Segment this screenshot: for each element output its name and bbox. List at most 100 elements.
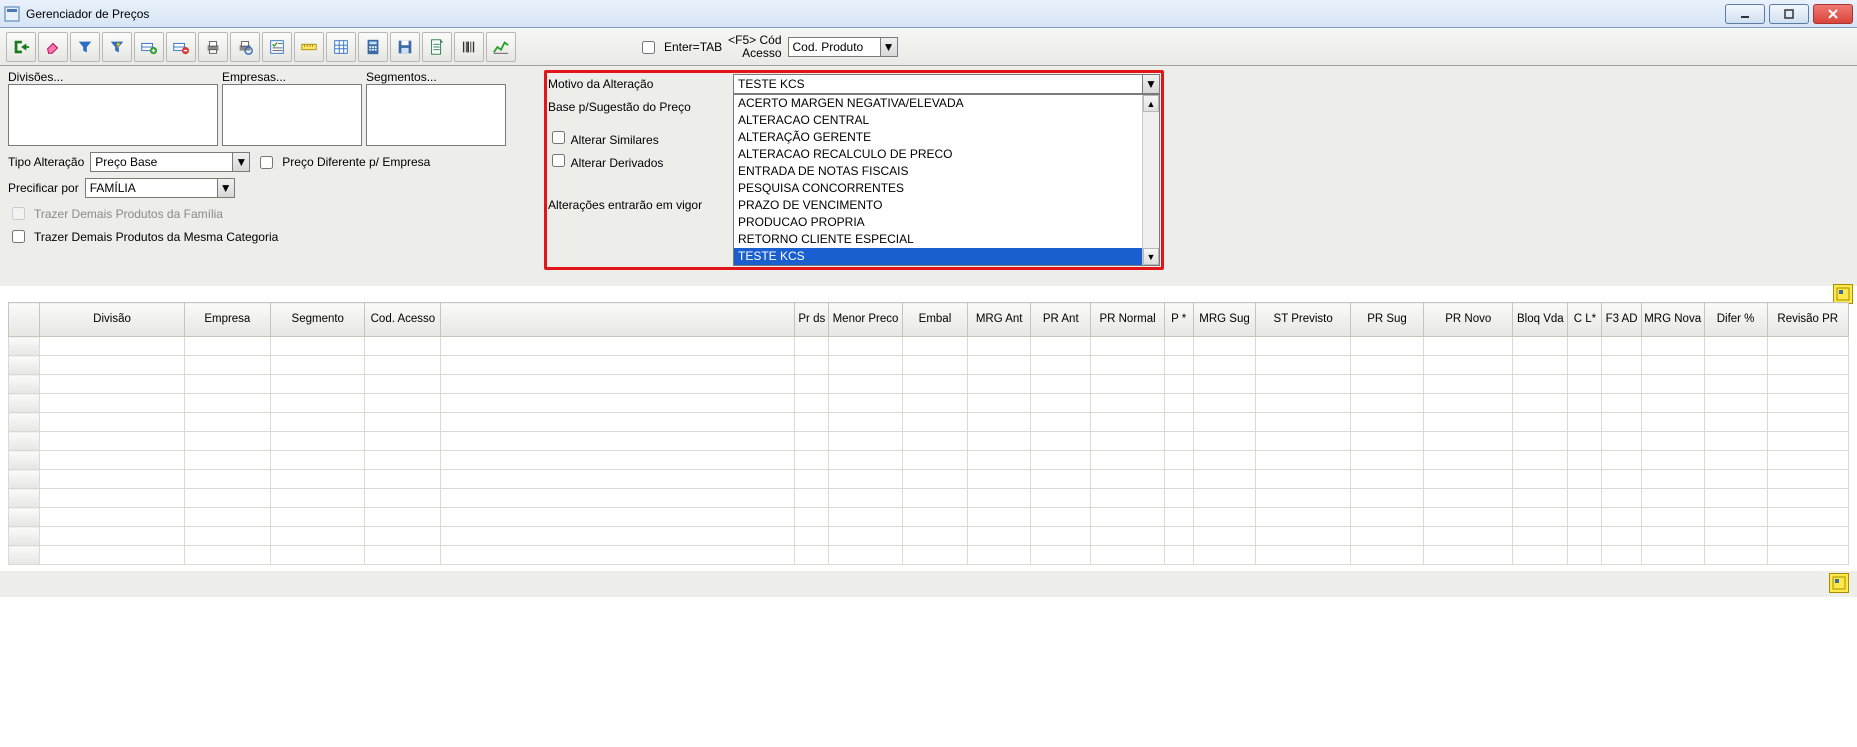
grid-cell[interactable] bbox=[1602, 432, 1641, 451]
grid-cell[interactable] bbox=[1031, 356, 1091, 375]
grid-cell[interactable] bbox=[1164, 337, 1193, 356]
segmentos-list[interactable] bbox=[366, 84, 506, 146]
grid-cell[interactable] bbox=[1350, 337, 1423, 356]
grid-cell[interactable] bbox=[1513, 489, 1568, 508]
grid-cell[interactable] bbox=[1641, 375, 1704, 394]
table-row[interactable] bbox=[9, 470, 1849, 489]
grid-cell[interactable] bbox=[902, 413, 968, 432]
grid-cell[interactable] bbox=[184, 470, 270, 489]
grid-cell[interactable] bbox=[40, 508, 184, 527]
grid-column-header[interactable]: Embal bbox=[902, 303, 968, 337]
grid-cell[interactable] bbox=[1193, 394, 1256, 413]
grid-cell[interactable] bbox=[1704, 527, 1767, 546]
grid-cell[interactable] bbox=[1031, 546, 1091, 565]
trazer-categoria-checkbox[interactable] bbox=[12, 230, 25, 243]
grid-cell[interactable] bbox=[1602, 356, 1641, 375]
grid-cell[interactable] bbox=[271, 527, 365, 546]
grid-cell[interactable] bbox=[902, 356, 968, 375]
grid-cell[interactable] bbox=[1193, 489, 1256, 508]
grid-cell[interactable] bbox=[795, 375, 829, 394]
grid-cell[interactable] bbox=[829, 527, 902, 546]
grid-cell[interactable] bbox=[1641, 527, 1704, 546]
grid-cell[interactable] bbox=[365, 508, 441, 527]
grid-cell[interactable] bbox=[271, 508, 365, 527]
grid-cell[interactable] bbox=[40, 337, 184, 356]
grid-cell[interactable] bbox=[184, 337, 270, 356]
grid-cell[interactable] bbox=[795, 546, 829, 565]
grid-cell[interactable] bbox=[968, 394, 1031, 413]
grid-cell[interactable] bbox=[1641, 508, 1704, 527]
grid-cell[interactable] bbox=[1602, 375, 1641, 394]
grid-cell[interactable] bbox=[441, 375, 795, 394]
grid-column-header[interactable]: MRG Ant bbox=[968, 303, 1031, 337]
grid-cell[interactable] bbox=[1568, 508, 1602, 527]
grid-cell[interactable] bbox=[365, 413, 441, 432]
grid-cell[interactable] bbox=[1256, 489, 1350, 508]
grid-cell[interactable] bbox=[1767, 375, 1849, 394]
grid-cell[interactable] bbox=[795, 432, 829, 451]
grid-column-header[interactable]: Cod. Acesso bbox=[365, 303, 441, 337]
alterar-derivados-checkbox[interactable] bbox=[552, 154, 565, 167]
filter-icon[interactable] bbox=[70, 32, 100, 62]
grid-cell[interactable] bbox=[1424, 451, 1513, 470]
precificar-combo[interactable]: FAMÍLIA ▼ bbox=[85, 178, 235, 198]
grid-cell[interactable] bbox=[1513, 356, 1568, 375]
grid-cell[interactable] bbox=[1350, 375, 1423, 394]
grid-cell[interactable] bbox=[1350, 394, 1423, 413]
grid-cell[interactable] bbox=[1031, 508, 1091, 527]
grid-cell[interactable] bbox=[1424, 432, 1513, 451]
chevron-down-icon[interactable]: ▼ bbox=[217, 179, 234, 197]
table-row[interactable] bbox=[9, 375, 1849, 394]
grid-cell[interactable] bbox=[1424, 470, 1513, 489]
grid-cell[interactable] bbox=[1602, 489, 1641, 508]
grid-cell[interactable] bbox=[1193, 432, 1256, 451]
grid-cell[interactable] bbox=[184, 527, 270, 546]
grid-cell[interactable] bbox=[271, 375, 365, 394]
grid-cell[interactable] bbox=[1256, 470, 1350, 489]
grid-cell[interactable] bbox=[1767, 527, 1849, 546]
grid-cell[interactable] bbox=[795, 337, 829, 356]
grid-cell[interactable] bbox=[902, 451, 968, 470]
grid-column-header[interactable]: Menor Preco bbox=[829, 303, 902, 337]
remove-row-icon[interactable] bbox=[166, 32, 196, 62]
grid-cell[interactable] bbox=[1641, 337, 1704, 356]
grid-cell[interactable] bbox=[1568, 413, 1602, 432]
grid-cell[interactable] bbox=[40, 432, 184, 451]
grid-cell[interactable] bbox=[1256, 375, 1350, 394]
grid-cell[interactable] bbox=[1513, 394, 1568, 413]
grid-cell[interactable] bbox=[1767, 432, 1849, 451]
grid-cell[interactable] bbox=[441, 489, 795, 508]
save-icon[interactable] bbox=[390, 32, 420, 62]
grid-cell[interactable] bbox=[1256, 356, 1350, 375]
divisoes-list[interactable] bbox=[8, 84, 218, 146]
grid-cell[interactable] bbox=[365, 394, 441, 413]
grid-cell[interactable] bbox=[1704, 432, 1767, 451]
grid-cell[interactable] bbox=[902, 527, 968, 546]
grid-cell[interactable] bbox=[1568, 375, 1602, 394]
products-grid[interactable]: DivisãoEmpresaSegmentoCod. AcessoPr dsMe… bbox=[8, 302, 1849, 565]
grid-cell[interactable] bbox=[1568, 394, 1602, 413]
grid-cell[interactable] bbox=[1164, 432, 1193, 451]
grid-cell[interactable] bbox=[829, 394, 902, 413]
table-row[interactable] bbox=[9, 508, 1849, 527]
grid-column-header[interactable]: Bloq Vda bbox=[1513, 303, 1568, 337]
grid-column-header[interactable]: Difer % bbox=[1704, 303, 1767, 337]
grid-cell[interactable] bbox=[829, 470, 902, 489]
grid-cell[interactable] bbox=[1767, 394, 1849, 413]
grid-cell[interactable] bbox=[1704, 470, 1767, 489]
grid-cell[interactable] bbox=[968, 432, 1031, 451]
grid-cell[interactable] bbox=[1193, 508, 1256, 527]
motivo-option[interactable]: ENTRADA DE NOTAS FISCAIS bbox=[734, 163, 1159, 180]
segmentos-button[interactable]: Segmentos... bbox=[366, 70, 506, 84]
grid-cell[interactable] bbox=[1602, 527, 1641, 546]
grid-cell[interactable] bbox=[184, 546, 270, 565]
dropdown-scrollbar[interactable]: ▲ ▼ bbox=[1142, 95, 1159, 265]
grid-cell[interactable] bbox=[829, 546, 902, 565]
minimize-button[interactable] bbox=[1725, 4, 1765, 24]
grid-cell[interactable] bbox=[1031, 489, 1091, 508]
grid-cell[interactable] bbox=[1641, 470, 1704, 489]
grid-cell[interactable] bbox=[1513, 508, 1568, 527]
grid-cell[interactable] bbox=[1164, 546, 1193, 565]
grid-cell[interactable] bbox=[1350, 356, 1423, 375]
grid-cell[interactable] bbox=[1568, 470, 1602, 489]
